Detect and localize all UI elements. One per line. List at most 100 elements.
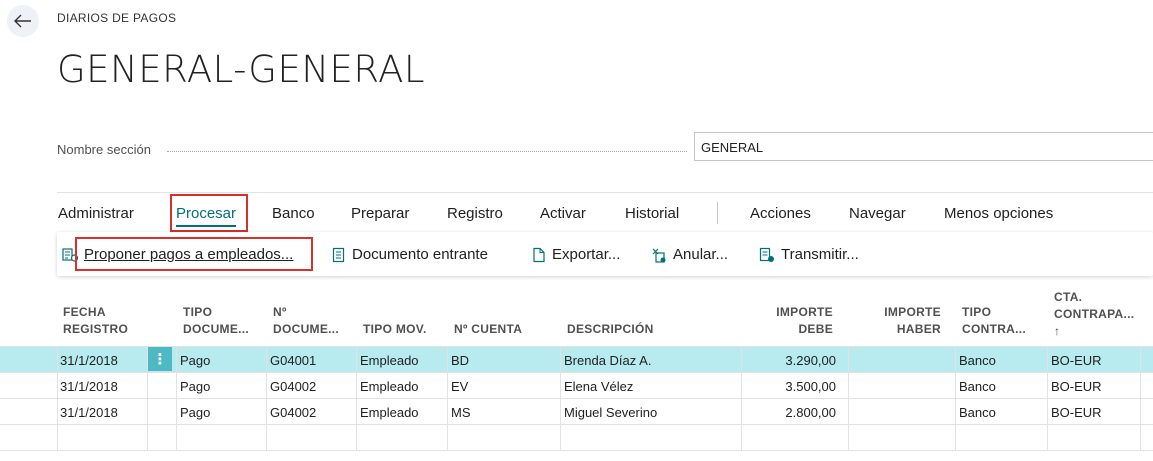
section-name-field: Nombre sección GENERAL xyxy=(57,132,1153,161)
table-row[interactable]: 31/1/2018 ⋮ Pago G04001 Empleado BD Bren… xyxy=(0,347,1153,373)
cell-num-doc: G04002 xyxy=(270,405,317,420)
back-arrow-icon xyxy=(14,14,31,28)
menu-menos-opciones[interactable]: Menos opciones xyxy=(944,205,1053,222)
export-icon xyxy=(533,247,545,262)
cell-debe: 3.290,00 xyxy=(785,353,836,368)
incoming-document-label: Documento entrante xyxy=(352,246,488,263)
void-label: Anular... xyxy=(673,246,729,263)
cell-fecha: 31/1/2018 xyxy=(60,405,118,420)
suggest-payments-action[interactable]: Proponer pagos a empleados... xyxy=(62,246,293,263)
cell-num-doc: G04001 xyxy=(270,353,317,368)
menu-acciones[interactable]: Acciones xyxy=(750,205,811,222)
header-text: IMPORTE xyxy=(884,305,941,319)
suggest-payments-icon xyxy=(62,247,78,262)
column-divider xyxy=(848,346,849,451)
page-title: GENERAL-GENERAL xyxy=(57,48,426,91)
menu-banco[interactable]: Banco xyxy=(272,205,315,222)
column-divider xyxy=(447,346,448,451)
column-divider xyxy=(176,346,177,451)
transmit-action[interactable]: Transmitir... xyxy=(759,246,859,263)
field-dots xyxy=(167,138,687,152)
cell-descripcion: Brenda Díaz A. xyxy=(564,353,652,368)
header-tipo-documento[interactable]: TIPO DOCUME... xyxy=(183,304,249,338)
column-divider xyxy=(741,346,742,451)
header-text: HABER xyxy=(896,322,941,336)
menu-administrar[interactable]: Administrar xyxy=(58,205,134,222)
cell-fecha: 31/1/2018 xyxy=(60,379,118,394)
transmit-icon xyxy=(759,247,774,262)
cell-debe: 3.500,00 xyxy=(785,379,836,394)
incoming-document-action[interactable]: Documento entrante xyxy=(332,246,488,263)
header-text: DEBE xyxy=(798,322,833,336)
header-text: REGISTRO xyxy=(63,322,129,336)
header-text: IMPORTE xyxy=(776,305,833,319)
cell-tipo-contra: Banco xyxy=(959,379,996,394)
separator xyxy=(57,192,1153,193)
menu-procesar-label: Procesar xyxy=(176,205,237,222)
menu-registro[interactable]: Registro xyxy=(447,205,503,222)
header-text: DOCUME... xyxy=(183,322,250,336)
column-divider xyxy=(356,346,357,451)
cell-cuenta: MS xyxy=(451,405,471,420)
header-text: CTA. xyxy=(1054,290,1083,304)
cell-tipo-doc: Pago xyxy=(180,379,211,394)
cell-fecha: 31/1/2018 xyxy=(60,353,118,368)
cell-descripcion: Miguel Severino xyxy=(564,405,658,420)
header-descripcion[interactable]: DESCRIPCIÓN xyxy=(567,321,654,338)
column-divider xyxy=(1140,346,1141,451)
menu-procesar[interactable]: Procesar xyxy=(176,205,237,227)
cell-tipo-contra: Banco xyxy=(959,353,996,368)
table-row-empty[interactable] xyxy=(0,425,1153,451)
header-text: DOCUME... xyxy=(273,322,340,336)
column-divider xyxy=(955,346,956,451)
column-divider xyxy=(266,346,267,451)
kebab-menu-icon[interactable]: ⋮ xyxy=(148,347,172,371)
header-importe-haber[interactable]: IMPORTE HABER xyxy=(868,304,941,338)
header-text: Nº xyxy=(273,305,287,319)
cell-tipo-doc: Pago xyxy=(180,353,211,368)
suggest-payments-label: Proponer pagos a empleados... xyxy=(84,246,294,263)
header-fecha-registro[interactable]: FECHA REGISTRO xyxy=(63,304,128,338)
header-text: FECHA xyxy=(63,305,106,319)
header-importe-debe[interactable]: IMPORTE DEBE xyxy=(760,304,833,338)
header-text: TIPO xyxy=(962,305,992,319)
void-icon xyxy=(652,248,666,263)
cell-cuenta: BD xyxy=(451,353,470,368)
column-divider xyxy=(147,346,148,451)
active-tab-underline xyxy=(176,225,237,227)
section-name-label: Nombre sección xyxy=(57,142,151,157)
section-name-input[interactable]: GENERAL xyxy=(694,132,1153,161)
cell-num-doc: G04002 xyxy=(270,379,317,394)
column-divider xyxy=(57,346,58,451)
header-num-documento[interactable]: Nº DOCUME... xyxy=(273,304,339,338)
header-num-cuenta[interactable]: Nº CUENTA xyxy=(454,321,522,338)
cell-cta-contra: BO-EUR xyxy=(1051,353,1102,368)
cell-tipo-mov: Empleado xyxy=(360,353,419,368)
table-row[interactable]: 31/1/2018 Pago G04002 Empleado MS Miguel… xyxy=(0,399,1153,425)
header-tipo-contrapartida[interactable]: TIPO CONTRA... xyxy=(962,304,1026,338)
cell-cta-contra: BO-EUR xyxy=(1051,405,1102,420)
cell-descripcion: Elena Vélez xyxy=(564,379,634,394)
menu-activar[interactable]: Activar xyxy=(540,205,586,222)
subaction-bar: Proponer pagos a empleados... Documento … xyxy=(57,232,1153,276)
column-divider xyxy=(1047,346,1048,451)
header-text: TIPO xyxy=(183,305,213,319)
table-row[interactable]: 31/1/2018 Pago G04002 Empleado EV Elena … xyxy=(0,373,1153,399)
void-action[interactable]: Anular... xyxy=(651,246,728,263)
cell-tipo-doc: Pago xyxy=(180,405,211,420)
back-button[interactable] xyxy=(7,5,39,37)
menu-preparar[interactable]: Preparar xyxy=(351,205,409,222)
column-divider xyxy=(560,346,561,451)
header-tipo-mov[interactable]: TIPO MOV. xyxy=(363,321,427,338)
export-action[interactable]: Exportar... xyxy=(532,246,620,263)
menu-divider xyxy=(717,202,718,224)
incoming-document-icon xyxy=(332,247,345,262)
cell-cuenta: EV xyxy=(451,379,469,394)
cell-tipo-mov: Empleado xyxy=(360,405,419,420)
header-cta-contrapartida[interactable]: CTA. CONTRAPA... ↑ xyxy=(1054,289,1134,340)
menu-historial[interactable]: Historial xyxy=(625,205,679,222)
menu-navegar[interactable]: Navegar xyxy=(849,205,906,222)
breadcrumb: DIARIOS DE PAGOS xyxy=(57,11,177,25)
transmit-label: Transmitir... xyxy=(781,246,859,263)
export-label: Exportar... xyxy=(552,246,621,263)
